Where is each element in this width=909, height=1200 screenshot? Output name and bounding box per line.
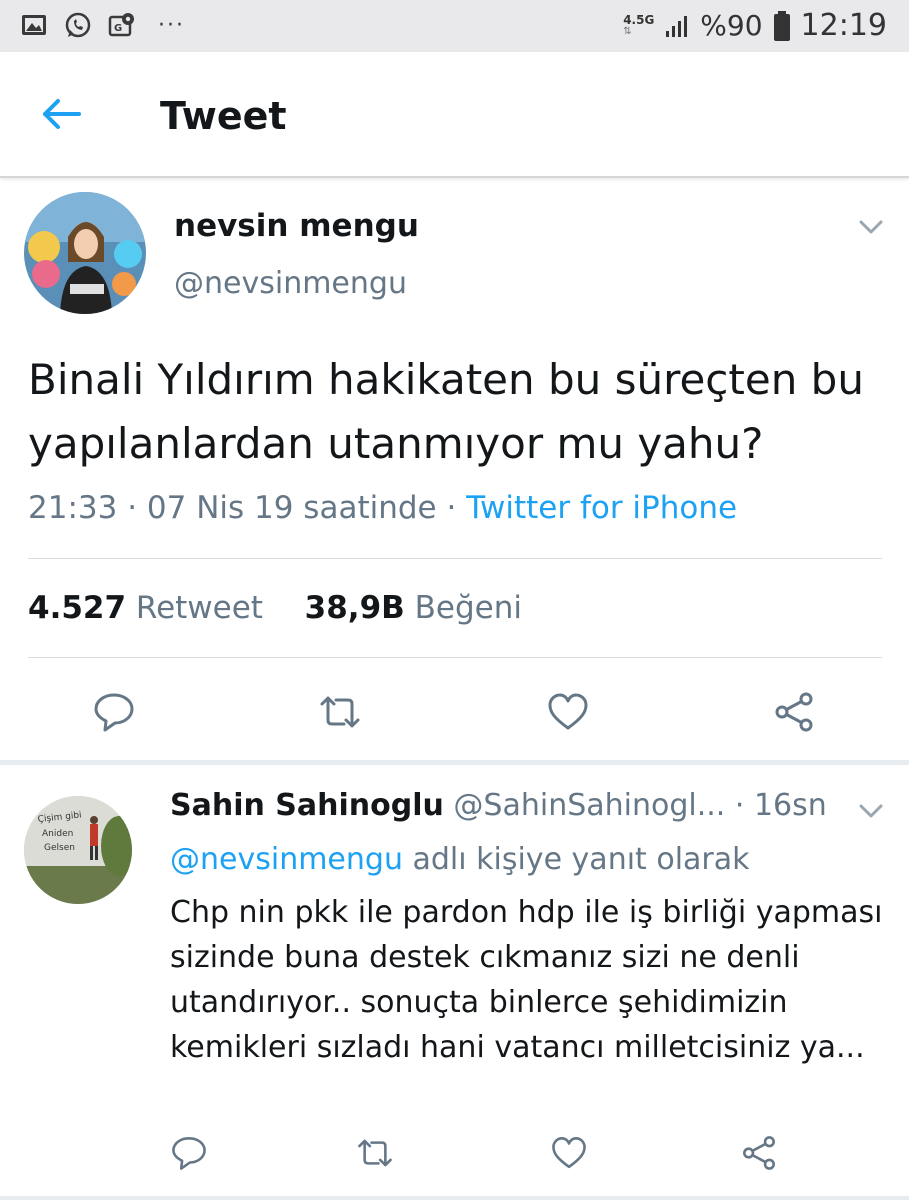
battery-icon <box>773 10 790 41</box>
battery-percent: %90 <box>700 9 763 42</box>
chevron-down-icon[interactable] <box>858 218 884 236</box>
app-header: Tweet <box>0 52 909 178</box>
reply-context: @nevsinmengu adlı kişiye yanıt olarak <box>170 842 750 877</box>
signal-icon <box>666 15 688 37</box>
more-notifications-icon: ··· <box>158 12 185 38</box>
svg-text:G: G <box>114 23 122 34</box>
divider <box>0 1196 909 1200</box>
retweet-label[interactable]: Retweet <box>136 590 263 626</box>
author-handle[interactable]: @nevsinmengu <box>174 266 407 301</box>
share-icon[interactable] <box>772 690 816 734</box>
page-title: Tweet <box>160 94 287 138</box>
gallery-map-icon: G <box>108 13 134 37</box>
divider <box>28 558 882 559</box>
like-heart-icon[interactable] <box>550 1134 588 1172</box>
like-label[interactable]: Beğeni <box>415 590 522 626</box>
reply-to-mention-link[interactable]: @nevsinmengu <box>170 842 403 877</box>
divider <box>28 657 882 658</box>
reply-header: Sahin Sahinoglu @SahinSahinogl... · 16sn <box>170 788 827 823</box>
system-status: 4.5G ⇅ %90 12:19 <box>623 8 887 43</box>
author-avatar[interactable] <box>24 192 146 314</box>
tweet-stats: 4.527 Retweet 38,9B Beğeni <box>28 590 522 626</box>
avatar-photo: Çişim gibi Aniden Gelsen <box>24 796 132 904</box>
reply-author-avatar[interactable]: Çişim gibi Aniden Gelsen <box>24 796 132 904</box>
notification-icons: G ··· <box>20 10 185 40</box>
reply-text: Chp nin pkk ile pardon hdp ile iş birliğ… <box>170 895 883 1065</box>
chevron-down-icon[interactable] <box>858 802 884 820</box>
svg-text:Aniden: Aniden <box>42 829 73 839</box>
svg-text:Gelsen: Gelsen <box>44 843 75 853</box>
reply-author-handle[interactable]: @SahinSahinogl... <box>453 788 725 823</box>
clock: 12:19 <box>800 8 887 43</box>
reply-author-name[interactable]: Sahin Sahinoglu <box>170 788 444 823</box>
retweet-icon[interactable] <box>356 1134 394 1172</box>
data-arrows-icon: ⇅ <box>623 26 632 37</box>
retweet-count[interactable]: 4.527 <box>28 590 126 626</box>
avatar-photo <box>24 192 146 314</box>
network-indicator: 4.5G ⇅ <box>623 14 654 37</box>
like-count[interactable]: 38,9B <box>305 590 405 626</box>
status-bar: G ··· 4.5G ⇅ %90 12:19 <box>0 0 909 52</box>
reply-icon[interactable] <box>170 1134 208 1172</box>
share-icon[interactable] <box>740 1134 778 1172</box>
whatsapp-icon <box>65 12 91 38</box>
image-icon <box>22 15 46 35</box>
thread-separator <box>0 760 909 765</box>
tweet-text: Binali Yıldırım hakikaten bu süreçten bu… <box>28 355 864 468</box>
retweet-icon[interactable] <box>318 690 362 734</box>
tweet-meta: 21:33 · 07 Nis 19 saatinde · Twitter for… <box>28 490 737 526</box>
reply-timestamp: · 16sn <box>734 788 827 823</box>
tweet-source-link[interactable]: Twitter for iPhone <box>466 490 737 526</box>
author-name[interactable]: nevsin mengu <box>174 208 419 244</box>
back-arrow-icon[interactable] <box>40 96 82 132</box>
network-type: 4.5G <box>623 13 655 27</box>
reply-icon[interactable] <box>92 690 136 734</box>
reply-to-suffix: adlı kişiye yanıt olarak <box>402 842 750 877</box>
tweet-timestamp: 21:33 · 07 Nis 19 saatinde · <box>28 490 467 526</box>
like-heart-icon[interactable] <box>546 690 590 734</box>
